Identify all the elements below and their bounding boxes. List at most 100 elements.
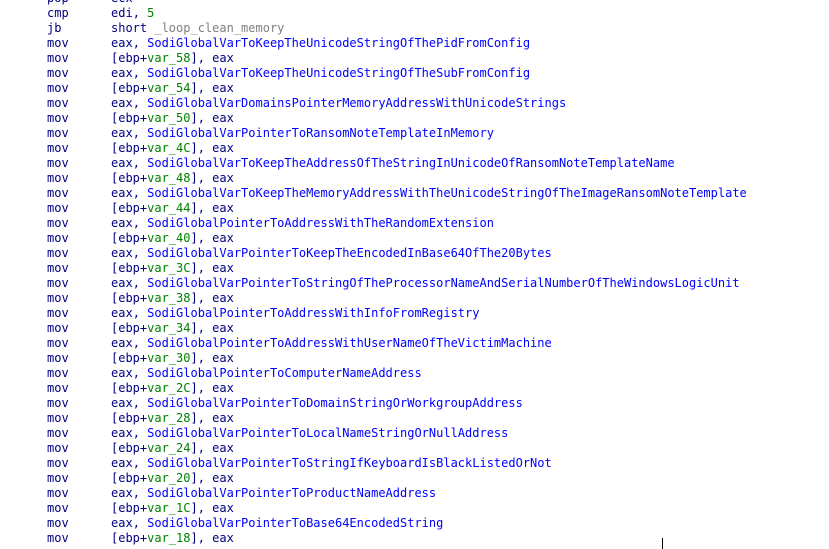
operand-stack-var[interactable]: var_18 [147,531,190,545]
instruction-operands: eax, SodiGlobalVarPointerToProductNameAd… [111,486,436,501]
operand-separator: , [132,456,148,470]
operand-global-symbol[interactable]: SodiGlobalVarPointerToStringOfTheProcess… [147,276,739,290]
operand-stack-var[interactable]: var_1C [147,501,190,515]
operand-register: ], eax [190,381,234,395]
instruction-line[interactable]: mov [ebp+var_2C], eax [0,381,829,396]
operand-stack-var[interactable]: var_34 [147,321,190,335]
instruction-line[interactable]: mov eax, SodiGlobalVarToKeepTheUnicodeStr… [0,66,829,81]
instruction-line[interactable]: mov eax, SodiGlobalPointerToAddressWithIn… [0,306,829,321]
instruction-line[interactable]: mov [ebp+var_58], eax [0,51,829,66]
instruction-line[interactable]: mov [ebp+var_4C], eax [0,141,829,156]
instruction-line[interactable]: mov [ebp+var_24], eax [0,441,829,456]
operand-register: [ebp+ [111,291,148,305]
operand-stack-var[interactable]: var_3C [147,261,190,275]
instruction-line[interactable]: mov eax, SodiGlobalVarPointerToLocalNameS… [0,426,829,441]
instruction-line[interactable]: mov eax, SodiGlobalPointerToAddressWithTh… [0,216,829,231]
operand-stack-var[interactable]: var_24 [147,441,190,455]
operand-global-symbol[interactable]: SodiGlobalPointerToComputerNameAddress [147,366,422,380]
operand-global-symbol[interactable]: SodiGlobalPointerToAddressWithUserNameOf… [147,336,552,350]
operand-global-symbol[interactable]: SodiGlobalVarDomainsPointerMemoryAddress… [147,96,566,110]
instruction-line[interactable]: mov eax, SodiGlobalVarToKeepTheAddressOfT… [0,156,829,171]
operand-stack-var[interactable]: var_48 [147,171,190,185]
instruction-line[interactable]: mov [ebp+var_40], eax [0,231,829,246]
instruction-operands: eax, SodiGlobalVarPointerToDomainStringO… [111,396,523,411]
operand-register: eax [111,186,133,200]
operand-stack-var[interactable]: var_58 [147,51,190,65]
operand-register: [ebp+ [111,201,148,215]
instruction-mnemonic: mov [47,501,69,515]
instruction-operands: [ebp+var_54], eax [111,81,234,96]
instruction-operands: [ebp+var_1C], eax [111,501,234,516]
instruction-line[interactable]: mov eax, SodiGlobalVarPointerToBase64Enco… [0,516,829,531]
instruction-line[interactable]: mov [ebp+var_44], eax [0,201,829,216]
operand-stack-var[interactable]: var_20 [147,471,190,485]
instruction-line[interactable]: mov eax, SodiGlobalVarPointerToStringOfTh… [0,276,829,291]
operand-global-symbol[interactable]: SodiGlobalVarToKeepTheUnicodeStringOfThe… [147,66,530,80]
disassembly-listing[interactable]: popecxcmpedi, 5jbshort _loop_clean_memor… [0,0,829,546]
operand-global-symbol[interactable]: SodiGlobalVarPointerToKeepTheEncodedInBa… [147,246,552,260]
operand-stack-var[interactable]: var_38 [147,291,190,305]
operand-stack-var[interactable]: var_2C [147,381,190,395]
instruction-operands: eax, SodiGlobalVarPointerToStringOfThePr… [111,276,740,291]
instruction-line[interactable]: mov eax, SodiGlobalVarPointerToProductNam… [0,486,829,501]
instruction-operands: edi, 5 [111,6,154,21]
operand-global-symbol[interactable]: SodiGlobalVarToKeepTheMemoryAddressWithT… [147,186,747,200]
operand-global-symbol[interactable]: SodiGlobalVarToKeepTheAddressOfTheString… [147,156,674,170]
instruction-line[interactable]: mov eax, SodiGlobalVarDomainsPointerMemor… [0,96,829,111]
operand-stack-var[interactable]: var_4C [147,141,190,155]
instruction-line[interactable]: mov eax, SodiGlobalVarToKeepTheUnicodeStr… [0,36,829,51]
operand-global-symbol[interactable]: SodiGlobalVarPointerToBase64EncodedStrin… [147,516,443,530]
instruction-operands: eax, SodiGlobalVarToKeepTheMemoryAddress… [111,186,747,201]
instruction-operands: eax, SodiGlobalVarPointerToKeepTheEncode… [111,246,552,261]
instruction-line[interactable]: mov eax, SodiGlobalVarPointerToKeepTheEnc… [0,246,829,261]
operand-global-symbol[interactable]: SodiGlobalVarPointerToLocalNameStringOrN… [147,426,508,440]
operand-stack-var[interactable]: var_40 [147,231,190,245]
instruction-line[interactable]: mov eax, SodiGlobalVarPointerToDomainStri… [0,396,829,411]
operand-register: ], eax [190,231,234,245]
instruction-line[interactable]: mov eax, SodiGlobalVarPointerToStringIfKe… [0,456,829,471]
instruction-line[interactable]: mov [ebp+var_54], eax [0,81,829,96]
operand-global-symbol[interactable]: SodiGlobalPointerToAddressWithInfoFromRe… [147,306,479,320]
instruction-line[interactable]: mov [ebp+var_38], eax [0,291,829,306]
instruction-line[interactable]: mov [ebp+var_50], eax [0,111,829,126]
operand-separator: , [132,216,148,230]
operand-register: [ebp+ [111,321,148,335]
operand-stack-var[interactable]: var_44 [147,201,190,215]
operand-global-symbol[interactable]: SodiGlobalVarPointerToProductNameAddress [147,486,436,500]
operand-stack-var[interactable]: var_30 [147,351,190,365]
operand-global-symbol[interactable]: SodiGlobalPointerToAddressWithTheRandomE… [147,216,494,230]
instruction-line[interactable]: mov [ebp+var_34], eax [0,321,829,336]
instruction-line[interactable]: mov eax, SodiGlobalPointerToComputerNameA… [0,366,829,381]
instruction-mnemonic: jb [47,21,62,35]
operand-global-symbol[interactable]: SodiGlobalVarPointerToRansomNoteTemplate… [147,126,494,140]
operand-separator: , [132,246,148,260]
operand-register: ], eax [190,261,234,275]
operand-stack-var[interactable]: var_54 [147,81,190,95]
operand-stack-var[interactable]: var_28 [147,411,190,425]
operand-register: eax [111,486,133,500]
operand-separator: , [132,516,148,530]
instruction-mnemonic: mov [47,156,69,170]
instruction-line[interactable]: mov eax, SodiGlobalVarPointerToRansomNote… [0,126,829,141]
instruction-line[interactable]: mov eax, SodiGlobalPointerToAddressWithUs… [0,336,829,351]
instruction-mnemonic: mov [47,411,69,425]
operand-global-symbol[interactable]: SodiGlobalVarPointerToDomainStringOrWork… [147,396,523,410]
operand-separator: , [132,156,148,170]
instruction-line[interactable]: mov [ebp+var_18], eax [0,531,829,546]
instruction-line[interactable]: cmp edi, 5 [0,6,829,21]
instruction-line[interactable]: mov [ebp+var_3C], eax [0,261,829,276]
instruction-line[interactable]: jb short _loop_clean_memory [0,21,829,36]
instruction-line[interactable]: mov eax, SodiGlobalVarToKeepTheMemoryAddr… [0,186,829,201]
instruction-line[interactable]: mov [ebp+var_28], eax [0,411,829,426]
operand-separator: , [132,366,148,380]
operand-register: ], eax [190,471,234,485]
operand-global-symbol[interactable]: SodiGlobalVarPointerToStringIfKeyboardIs… [147,456,552,470]
instruction-line[interactable]: mov [ebp+var_20], eax [0,471,829,486]
instruction-line[interactable]: mov [ebp+var_30], eax [0,351,829,366]
instruction-line[interactable]: mov [ebp+var_48], eax [0,171,829,186]
operand-global-symbol[interactable]: SodiGlobalVarToKeepTheUnicodeStringOfThe… [147,36,530,50]
instruction-line[interactable]: mov [ebp+var_1C], eax [0,501,829,516]
instruction-mnemonic: mov [47,261,69,275]
operand-stack-var[interactable]: var_50 [147,111,190,125]
operand-label[interactable]: _loop_clean_memory [154,21,284,35]
